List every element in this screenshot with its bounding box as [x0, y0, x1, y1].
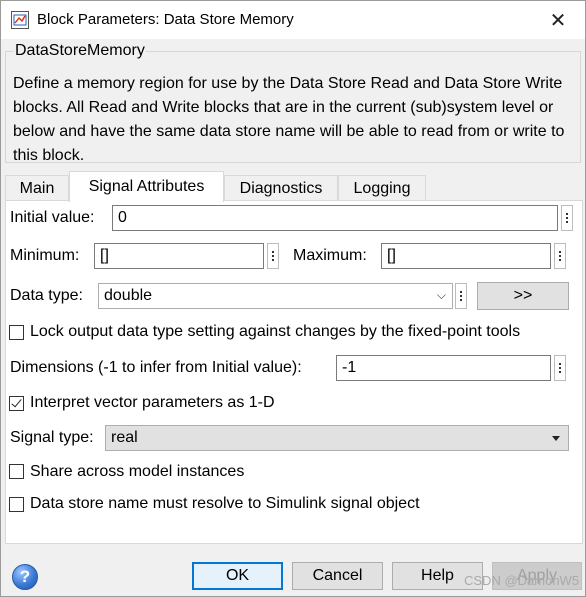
dimensions-menu-icon[interactable]	[554, 355, 566, 381]
ok-button[interactable]: OK	[192, 562, 283, 590]
simulink-block-icon	[11, 11, 29, 29]
share-instances-checkbox[interactable]	[9, 464, 24, 479]
lock-data-type-checkbox[interactable]	[9, 325, 24, 340]
cancel-button[interactable]: Cancel	[292, 562, 383, 590]
dimensions-label: Dimensions (-1 to infer from Initial val…	[10, 359, 302, 376]
block-description: Define a memory region for use by the Da…	[13, 75, 565, 164]
initial-value-menu-icon[interactable]	[561, 205, 573, 231]
button-label: OK	[225, 567, 250, 584]
data-type-assistant-button[interactable]: >>	[477, 282, 569, 310]
close-icon: ✕	[549, 9, 567, 32]
help-icon[interactable]: ?	[12, 564, 38, 590]
data-type-select[interactable]: double ⌵	[98, 283, 453, 309]
tab-main[interactable]: Main	[5, 175, 69, 201]
data-type-menu-icon[interactable]	[455, 283, 467, 309]
button-label: >>	[513, 287, 533, 304]
maximum-field[interactable]: []	[381, 243, 551, 269]
button-label: Help	[421, 567, 454, 584]
button-label: Cancel	[312, 567, 363, 584]
watermark: CSDN @DamonW5	[464, 573, 580, 588]
tab-label: Logging	[353, 179, 411, 197]
tab-diagnostics[interactable]: Diagnostics	[224, 175, 338, 201]
lock-data-type-label[interactable]: Lock output data type setting against ch…	[30, 323, 520, 341]
minimum-label: Minimum:	[10, 247, 80, 264]
minimum-menu-icon[interactable]	[267, 243, 279, 269]
maximum-menu-icon[interactable]	[554, 243, 566, 269]
initial-value-label: Initial value:	[10, 209, 95, 226]
signal-type-select[interactable]: real	[105, 425, 569, 451]
help-icon-glyph: ?	[19, 567, 31, 586]
tab-label: Main	[19, 179, 55, 197]
tab-signal-attributes[interactable]: Signal Attributes	[69, 171, 224, 202]
chevron-down-icon: ⌵	[436, 288, 446, 302]
tab-label: Diagnostics	[239, 179, 323, 197]
interpret-1d-checkbox[interactable]	[9, 396, 24, 411]
signal-type-value: real	[111, 429, 138, 446]
tab-logging[interactable]: Logging	[338, 175, 426, 201]
dimensions-field[interactable]: -1	[336, 355, 551, 381]
interpret-1d-label[interactable]: Interpret vector parameters as 1-D	[30, 394, 275, 412]
minimum-field[interactable]: []	[94, 243, 264, 269]
dialog-window: Block Parameters: Data Store Memory ✕ Da…	[0, 0, 586, 597]
resolve-signal-object-label[interactable]: Data store name must resolve to Simulink…	[30, 495, 420, 513]
title-bar[interactable]: Block Parameters: Data Store Memory ✕	[1, 1, 585, 39]
share-instances-label[interactable]: Share across model instances	[30, 463, 244, 481]
data-type-label: Data type:	[10, 287, 83, 304]
initial-value-field[interactable]: 0	[112, 205, 558, 231]
window-title: Block Parameters: Data Store Memory	[37, 11, 294, 28]
close-button[interactable]: ✕	[541, 7, 575, 33]
dropdown-arrow-icon	[552, 436, 560, 441]
data-type-value: double	[104, 287, 153, 304]
maximum-label: Maximum:	[293, 247, 367, 264]
group-legend: DataStoreMemory	[14, 42, 146, 60]
resolve-signal-object-checkbox[interactable]	[9, 497, 24, 512]
signal-type-label: Signal type:	[10, 429, 94, 446]
tab-label: Signal Attributes	[88, 178, 205, 195]
